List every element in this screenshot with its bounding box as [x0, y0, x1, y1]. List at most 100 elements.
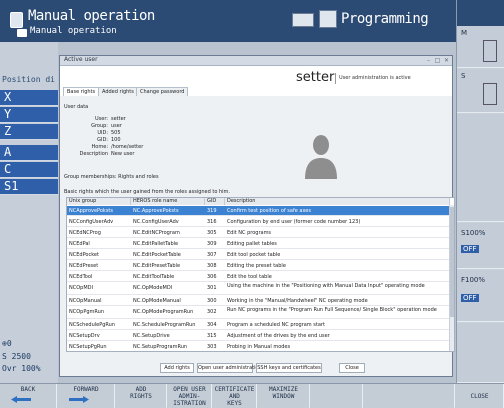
- column-header[interactable]: Description: [225, 198, 450, 205]
- field-value: user: [111, 123, 122, 129]
- table-row[interactable]: NCSetupPgRun NC.SetupProgramRun 303 Probing…: [67, 342, 454, 351]
- empty-softkey[interactable]: [311, 384, 363, 408]
- window-title: Active user: [64, 56, 98, 63]
- table-cell: NCEdPreset: [69, 263, 99, 269]
- table-cell: NCOpManual: [69, 298, 102, 304]
- table-scrollbar[interactable]: [449, 205, 454, 351]
- table-row[interactable]: NCSchedulePgRun NC.ScheduleProgramRun 304 P…: [67, 320, 454, 330]
- table-cell: NCApprovePoksts: [69, 208, 114, 214]
- field-value: setter: [111, 116, 126, 122]
- table-cell: 300: [207, 298, 217, 304]
- table-row[interactable]: NCApprovePoksts NC.ApprovePoksts 319 Confir…: [67, 206, 454, 216]
- s-label: S: [461, 72, 466, 80]
- table-row[interactable]: NCEdTool NC.EditToolTable 306 Edit the tool…: [67, 272, 454, 282]
- manual-mode-icon: [10, 12, 23, 28]
- add-rights-button[interactable]: Add rights: [160, 363, 194, 373]
- feed-override[interactable]: F100% OFF: [457, 270, 504, 322]
- table-cell: Run NC programs in the "Program Run Full…: [227, 307, 437, 313]
- window-titlebar: Active user – □ ✕: [60, 56, 452, 66]
- tab-base-rights[interactable]: Base rights: [63, 87, 100, 96]
- table-cell: Edit tool pocket table: [227, 252, 281, 258]
- rights-table: Unix group HEROS role name GID Descripti…: [66, 197, 455, 352]
- sub-mode-icon: [17, 29, 27, 37]
- table-cell: 301: [207, 285, 217, 291]
- table-cell: NCSetupDrv: [69, 333, 100, 339]
- close-button[interactable]: Close: [339, 363, 365, 373]
- table-cell: NCConfigUserAdv: [69, 219, 114, 225]
- program-title: Programming: [341, 11, 429, 27]
- table-cell: Edit NC programs: [227, 230, 272, 236]
- table-row[interactable]: NCOpManual NC.OpModeManual 300 Working in t…: [67, 296, 454, 306]
- active-user-window: Active user – □ ✕ setter User administra…: [59, 55, 455, 377]
- table-cell: NC.OpModeManual: [133, 298, 181, 304]
- table-cell: 308: [207, 263, 217, 269]
- table-cell: 304: [207, 322, 217, 328]
- right-softkey-strip: M S S100% OFF F100% OFF: [456, 0, 504, 383]
- cnc-screen: Manual operation Manual operation Progra…: [0, 0, 504, 408]
- open-user-admin-button[interactable]: Open user administration: [197, 363, 262, 373]
- ssh-keys-button[interactable]: SSH keys and certificates: [256, 363, 322, 373]
- program-mode-indicator[interactable]: Programming: [292, 8, 456, 32]
- back-softkey[interactable]: BACK: [0, 384, 57, 408]
- m-function-key[interactable]: M: [457, 26, 504, 68]
- axis-label: Y: [4, 107, 12, 121]
- field-value: /home/setter: [111, 144, 144, 150]
- column-header[interactable]: GID: [205, 198, 225, 205]
- table-cell: NC.EditToolTable: [133, 274, 175, 280]
- certificate-keys-softkey[interactable]: CERTIFICATE AND KEYS: [213, 384, 257, 408]
- table-cell: 303: [207, 344, 217, 350]
- position-label: Position di: [2, 75, 55, 84]
- table-cell: NC.EditNCProgram: [133, 230, 180, 236]
- scrollbar-thumb[interactable]: [450, 207, 454, 317]
- mode-indicator[interactable]: Manual operation Manual operation: [4, 6, 264, 40]
- open-user-admin-softkey[interactable]: OPEN USER ADMIN- ISTRATION: [168, 384, 212, 408]
- minimize-icon[interactable]: –: [425, 57, 432, 64]
- mode-subtitle: Manual operation: [30, 26, 117, 36]
- table-cell: NC.SetupDrive: [133, 333, 170, 339]
- table-cell: NCSetupPgRun: [69, 344, 107, 350]
- softkey-label: BACK: [20, 386, 36, 393]
- spindle-override[interactable]: S100% OFF: [457, 223, 504, 269]
- empty-key: [457, 323, 504, 383]
- table-row[interactable]: NCSetupDrv NC.SetupDrive 315 Adjustment of …: [67, 331, 454, 341]
- mode-title: Manual operation: [28, 8, 155, 24]
- table-row[interactable]: NCEdPal NC.EditPalletTable 309 Editing pall…: [67, 239, 454, 249]
- table-cell: 307: [207, 252, 217, 258]
- roles-description: Basic rights which the user gained from …: [64, 189, 231, 195]
- tab-added-rights[interactable]: Added rights: [98, 87, 138, 96]
- axis-y: Y: [0, 107, 58, 123]
- table-row[interactable]: NCConfigUserAdv NC.ConfigUserAdv 316 Config…: [67, 217, 454, 227]
- table-row[interactable]: NCEdNCProg NC.EditNCProgram 305 Edit NC pro…: [67, 228, 454, 238]
- s-function-key[interactable]: S: [457, 69, 504, 113]
- table-row[interactable]: NCEdPocket NC.EditPocketTable 307 Edit tool…: [67, 250, 454, 260]
- spindle-speed: S 2500: [2, 352, 31, 361]
- user-data-fields: User: setter Group: user UID: 505 GID: 1…: [60, 116, 260, 166]
- user-avatar-icon: [305, 135, 337, 179]
- table-row[interactable]: NCOpPgmRun NC.OpModeProgramRun 302 Run NC p…: [67, 307, 454, 319]
- field-value: New user: [111, 151, 135, 157]
- softkey-label: FORWARD: [73, 386, 99, 393]
- maximize-window-softkey[interactable]: MAXIMIZE WINDOW: [258, 384, 310, 408]
- override-status: Ovr 100%: [2, 364, 41, 373]
- axis-x: X: [0, 90, 58, 106]
- forward-softkey[interactable]: FORWARD: [58, 384, 115, 408]
- table-cell: 305: [207, 230, 217, 236]
- table-row[interactable]: NCOpMDI NC.OpModeMDI 301 Using the machine …: [67, 283, 454, 295]
- table-cell: NC.EditPocketTable: [133, 252, 181, 258]
- table-cell: NC.SetupProgramRun: [133, 344, 188, 350]
- axis-s1: S1: [0, 179, 58, 195]
- column-header[interactable]: Unix group: [67, 198, 131, 205]
- table-row[interactable]: NCEdPreset NC.EditPresetTable 308 Editing t…: [67, 261, 454, 271]
- empty-key: [457, 114, 504, 222]
- empty-softkey[interactable]: [364, 384, 455, 408]
- axis-a: A: [0, 145, 58, 161]
- table-cell: Working in the "Manual/Handwheel" NC ope…: [227, 298, 368, 304]
- column-header[interactable]: HEROS role name: [131, 198, 205, 205]
- maximize-icon[interactable]: □: [434, 57, 441, 64]
- close-icon[interactable]: ✕: [443, 57, 450, 64]
- add-rights-softkey[interactable]: ADD RIGHTS: [116, 384, 167, 408]
- table-cell: Confirm test position of safe axes: [227, 208, 311, 214]
- close-softkey[interactable]: CLOSE: [456, 384, 504, 408]
- tab-change-password[interactable]: Change password: [136, 87, 189, 96]
- axis-label: C: [4, 162, 12, 176]
